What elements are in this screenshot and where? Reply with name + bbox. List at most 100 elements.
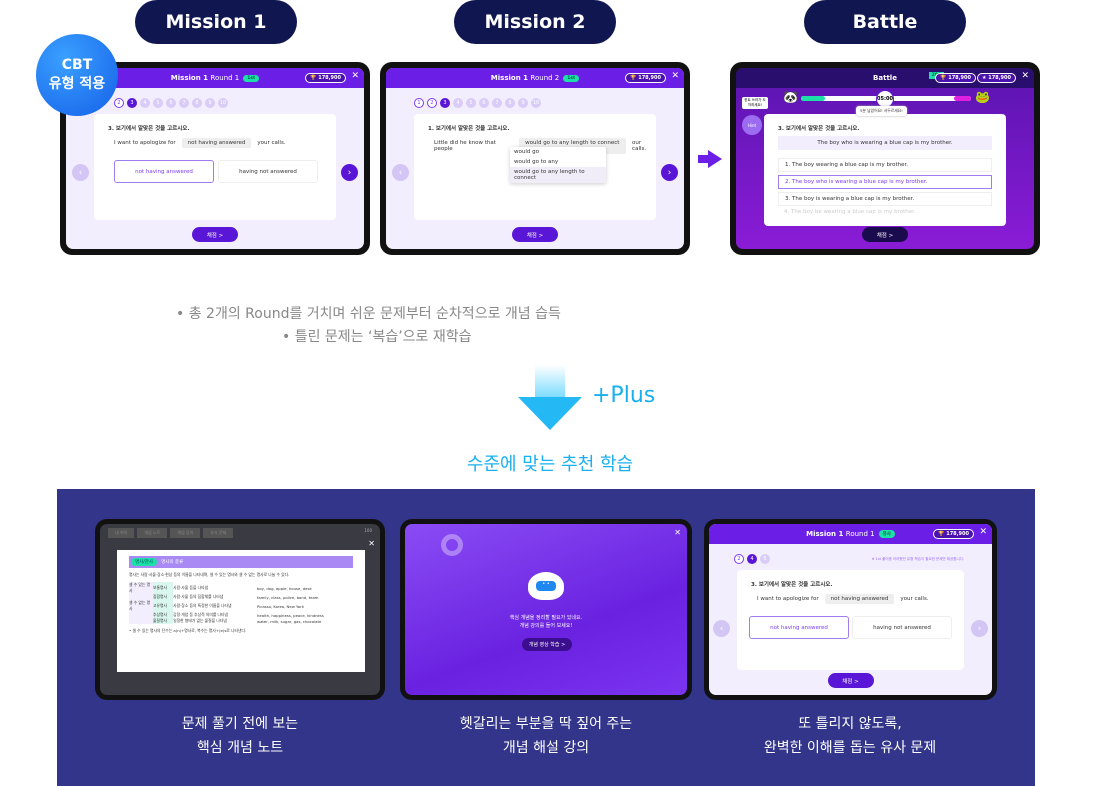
sentence-pre: Little did he know that people	[434, 140, 496, 152]
question-text: 1. 보기에서 알맞은 것을 고르시오.	[428, 126, 510, 132]
level-badge: 유사	[878, 530, 895, 538]
step[interactable]: 7	[179, 98, 189, 108]
option-2[interactable]: 2. The boy who is wearing a blue cap is …	[778, 175, 992, 189]
close-icon[interactable]: ✕	[674, 528, 681, 537]
caption-concept-note: 문제 풀기 전에 보는 핵심 개념 노트	[181, 716, 299, 756]
step[interactable]: 2	[734, 554, 744, 564]
down-arrow-shaft	[535, 365, 565, 397]
next-button[interactable]: ›	[971, 620, 988, 637]
dropdown-option[interactable]: would go	[510, 147, 606, 157]
question-text: 3. 보기에서 알맞은 것을 고르시오.	[108, 126, 190, 132]
close-icon[interactable]: ✕	[368, 539, 375, 548]
step[interactable]: 8	[192, 98, 202, 108]
tab[interactable]: 개념 노트	[137, 528, 168, 538]
similar-problem-tablet: Mission 1 Round 1 유사 🏆 178,900 ✕ 245 ※ 1st …	[704, 519, 997, 700]
option-1[interactable]: 1. The boy wearing a blue cap is my brot…	[778, 158, 992, 172]
step[interactable]: 5	[466, 98, 476, 108]
option-1[interactable]: not having answered	[749, 616, 849, 639]
option-2[interactable]: having not answered	[218, 160, 318, 183]
question-card: 5분 남았어요! 서두르세요! 3. 보기에서 알맞은 것을 고르시오. The…	[764, 106, 1006, 226]
step[interactable]: 6	[479, 98, 489, 108]
opponent-avatar: 🐸	[975, 90, 990, 104]
level-badge: 1st	[243, 74, 260, 82]
next-button[interactable]: ›	[661, 164, 678, 181]
question-card: 1. 보기에서 알맞은 것을 고르시오. Little did he know …	[414, 114, 656, 220]
dropdown-option[interactable]: would go to any	[510, 157, 606, 167]
coin-counter: 🏆 178,900	[305, 73, 346, 83]
step[interactable]: 5	[153, 98, 163, 108]
prev-button[interactable]: ‹	[392, 164, 409, 181]
hint-button[interactable]: Hint	[742, 115, 762, 135]
step[interactable]: 7	[492, 98, 502, 108]
decor-ring	[441, 534, 463, 556]
tab[interactable]: 개념 강의	[170, 528, 201, 538]
concept-note-tablet: 내 위치 개념 노트 개념 강의 유사 문제 100 ✕ 명사/관사 명사의 종류 명사…	[95, 519, 385, 700]
close-icon[interactable]: ✕	[1021, 71, 1029, 81]
battle-tablet: Battle200🏆 178,900★ 178,900✕ 05:00 🐼 🐸 힌…	[730, 62, 1040, 255]
option-1[interactable]: not having answered	[114, 160, 214, 183]
sentence: I want to apologize for not having answer…	[114, 138, 286, 148]
step[interactable]: 8	[505, 98, 515, 108]
sentence: I want to apologize for not having answer…	[757, 594, 929, 604]
header: Mission 1 Round 1 유사 🏆 178,900 ✕	[709, 524, 992, 544]
submit-button[interactable]: 채점 >	[862, 227, 908, 242]
prev-button[interactable]: ‹	[713, 620, 730, 637]
step[interactable]: 3	[440, 98, 450, 108]
option-3[interactable]: 3. The boy is wearing a blue cap is my b…	[778, 192, 992, 206]
lecture-message: 핵심 개념을 정리할 필요가 있네요. 개념 강의를 들어 보세요!	[509, 615, 583, 629]
level-badge: 1st	[563, 74, 580, 82]
step[interactable]: 2	[427, 98, 437, 108]
lecture-video-button[interactable]: 개념 영상 학습 >	[522, 638, 572, 651]
arrow-right-shaft	[698, 155, 710, 163]
note-tabs: 내 위치 개념 노트 개념 강의 유사 문제 100	[100, 524, 380, 542]
lecture-tablet: ✕ • • 핵심 개념을 정리할 필요가 있네요. 개념 강의를 들어 보세요! …	[400, 519, 692, 700]
question-text: 3. 보기에서 알맞은 것을 고르시오.	[751, 582, 833, 588]
step[interactable]: 9	[518, 98, 528, 108]
noun-table: 셀 수 있는 명사 보통명사 사람·사물 등을 나타냄 boy, dog, apple…	[129, 582, 353, 624]
prev-button[interactable]: ‹	[72, 164, 89, 181]
down-arrow-icon	[518, 397, 582, 430]
similar-note: ※ 1st 풀이중 어려웠던 유형 학습이 필요한 문제만 제공합니다.	[871, 557, 964, 561]
header: Battle200🏆 178,900★ 178,900✕	[736, 68, 1034, 88]
next-button[interactable]: ›	[341, 164, 358, 181]
sentence-post: your calls.	[900, 596, 929, 602]
cbt-badge: CBT 유형 적용	[36, 34, 118, 116]
tab[interactable]: 내 위치	[108, 528, 135, 538]
step[interactable]: 4	[453, 98, 463, 108]
step[interactable]: 10	[218, 98, 228, 108]
submit-button[interactable]: 채점 >	[827, 673, 874, 688]
step[interactable]: 1	[414, 98, 424, 108]
title: Battle	[873, 74, 897, 82]
step[interactable]: 4	[747, 554, 757, 564]
mission2-tablet: Mission 1 Round 2 1st 🏆 178,900 ✕ 123456789…	[380, 62, 690, 255]
dropdown-option[interactable]: would go to any length to connect	[510, 167, 606, 183]
step[interactable]: 9	[205, 98, 215, 108]
title: Mission 1 Round 1	[806, 530, 875, 538]
step[interactable]: 4	[140, 98, 150, 108]
close-icon[interactable]: ✕	[979, 527, 987, 537]
step-indicator: 245	[734, 554, 770, 564]
header: Mission 1 Round 2 1st 🏆 178,900 ✕	[386, 68, 684, 88]
prompt-sentence: The boy who is wearing a blue cap is my …	[778, 136, 992, 150]
hint-bubble: 힌트 쓰러가 도착하세요!	[742, 97, 768, 109]
close-icon[interactable]: ✕	[351, 71, 359, 81]
step[interactable]: 2	[114, 98, 124, 108]
tab-mission-1: Mission 1	[135, 0, 297, 44]
topic-tag: 명사/관사	[131, 558, 158, 566]
coin-counter: 🏆 178,900	[625, 73, 666, 83]
tab[interactable]: 유사 문제	[203, 528, 234, 538]
option-2[interactable]: having not answered	[852, 616, 952, 639]
table-row: 셀 수 없는 명사 고유명사 사람·장소 등의 특정한 이름을 나타냄 Picasso…	[129, 600, 304, 612]
question-card: 3. 보기에서 알맞은 것을 고르시오. I want to apologize…	[94, 114, 336, 220]
dropdown-menu: would go would go to any would go to any…	[510, 147, 606, 183]
timer-note: 5분 남았어요! 서두르세요!	[856, 106, 907, 116]
step[interactable]: 3	[127, 98, 137, 108]
step[interactable]: 5	[760, 554, 770, 564]
answer-blank: not having answered	[824, 594, 895, 604]
close-icon[interactable]: ✕	[671, 71, 679, 81]
submit-button[interactable]: 채점 >	[192, 227, 238, 242]
submit-button[interactable]: 채점 >	[512, 227, 558, 242]
step[interactable]: 6	[166, 98, 176, 108]
step[interactable]: 10	[531, 98, 541, 108]
option-4[interactable]: 4. The boy be wearing a blue cap is my b…	[778, 209, 992, 221]
